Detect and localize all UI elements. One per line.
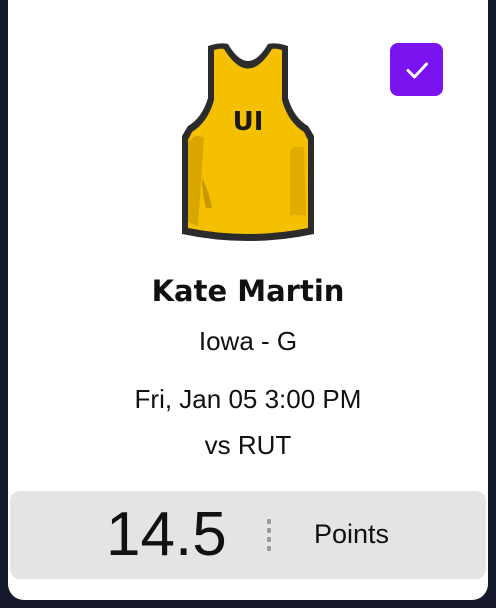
jersey-text: UI <box>233 107 264 137</box>
team-position: Iowa - G <box>198 326 298 356</box>
jersey-icon: UI <box>182 43 314 242</box>
select-checkbox[interactable] <box>390 43 443 96</box>
stat-value: 14.5 <box>106 500 227 569</box>
stat-divider <box>267 519 271 553</box>
checkmark-icon <box>406 62 428 78</box>
player-prop-card[interactable]: UI Kate Martin Iowa - G Fri, Jan 05 3:00… <box>8 0 488 600</box>
player-name: Kate Martin <box>151 274 345 308</box>
game-opponent: vs RUT <box>204 430 292 460</box>
stat-line: 14.5 Points <box>10 491 486 579</box>
game-datetime: Fri, Jan 05 3:00 PM <box>134 384 362 414</box>
stat-label: Points <box>314 519 390 549</box>
